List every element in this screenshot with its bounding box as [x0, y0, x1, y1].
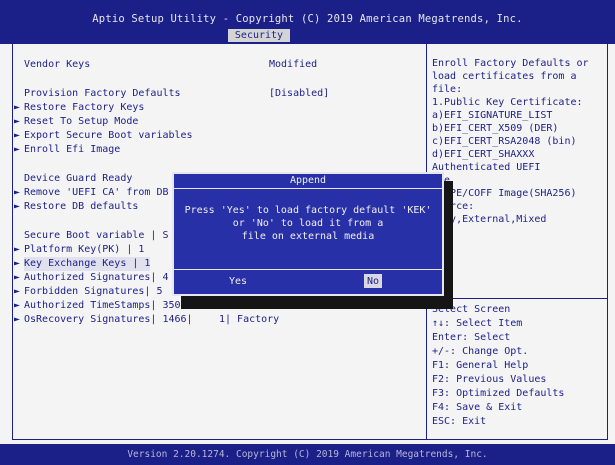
submenu-arrow-icon: ► — [14, 244, 21, 255]
menu-item-label: OsRecovery Signatures| 1466| — [24, 314, 193, 325]
menu-item-label: Forbidden Signatures| 5 — [24, 286, 163, 297]
submenu-arrow-icon: ► — [14, 286, 21, 297]
menu-item-label: Remove 'UEFI CA' from DB — [24, 187, 169, 198]
submenu-arrow-icon: ► — [14, 314, 21, 325]
key-hint-optimized-defaults: F3: Optimized Defaults — [432, 388, 565, 399]
help-text-line: file: — [432, 84, 463, 95]
section-label: Secure Boot variable | S — [24, 230, 169, 241]
column-header-right: Modified — [269, 59, 318, 70]
yes-button[interactable]: Yes — [226, 274, 250, 288]
help-divider — [427, 298, 608, 299]
submenu-arrow-icon: ► — [14, 201, 21, 212]
menu-item-label: Key Exchange Keys | 1 — [24, 257, 151, 271]
menu-item-value: [Disabled] — [269, 88, 330, 99]
footer-version: Version 2.20.1274. Copyright (C) 2019 Am… — [127, 449, 488, 460]
key-hint-save-exit: F4: Save & Exit — [432, 402, 523, 413]
footer-bar: Version 2.20.1274. Copyright (C) 2019 Am… — [0, 444, 615, 465]
menu-item-label: Restore DB defaults — [24, 201, 139, 212]
dialog-button-divider — [174, 269, 442, 270]
submenu-arrow-icon: ► — [14, 130, 21, 141]
section-label: Device Guard Ready — [24, 173, 133, 184]
help-text-line: Enroll Factory Defaults or — [432, 58, 589, 69]
dialog-message-line: or 'No' to load it from a — [232, 218, 384, 229]
menu-item-label: Restore Factory Keys — [24, 102, 145, 113]
menu-item-label: Authorized Signatures| 4 — [24, 272, 169, 283]
key-hint-general-help: F1: General Help — [432, 360, 529, 371]
menu-item-label: Enroll Efi Image — [24, 144, 121, 155]
menu-item-label: Authorized TimeStamps| 350 — [24, 300, 181, 311]
submenu-arrow-icon: ► — [14, 187, 21, 198]
menu-item-value: 1| Factory — [219, 314, 280, 325]
help-text-line: 1.Public Key Certificate: — [432, 97, 583, 108]
menu-item-label: Provision Factory Defaults — [24, 88, 181, 99]
submenu-arrow-icon: ► — [14, 300, 21, 311]
app-title: Aptio Setup Utility - Copyright (C) 2019… — [92, 13, 523, 25]
submenu-arrow-icon: ► — [14, 272, 21, 283]
menu-item-label: Reset To Setup Mode — [24, 116, 139, 127]
key-hint-change-opt: +/-: Change Opt. — [432, 346, 529, 357]
no-button[interactable]: No — [364, 274, 383, 288]
menu-item-label: Export Secure Boot variables — [24, 130, 193, 141]
menu-item-label: Platform Key(PK) | 1 — [24, 244, 145, 255]
key-hint-select-item: ↑↓: Select Item — [432, 318, 523, 329]
title-bar: Aptio Setup Utility - Copyright (C) 2019… — [0, 0, 615, 44]
dialog-title: Append — [289, 175, 327, 186]
help-text-line: Authenticated UEFI — [432, 162, 541, 173]
dialog-title-divider — [174, 188, 442, 189]
submenu-arrow-icon: ► — [14, 102, 21, 113]
key-hint-previous-values: F2: Previous Values — [432, 374, 547, 385]
submenu-arrow-icon: ► — [14, 116, 21, 127]
append-dialog: Append Press 'Yes' to load factory defau… — [172, 172, 444, 296]
submenu-arrow-icon: ► — [14, 258, 21, 269]
help-text-line: FI PE/COFF Image(SHA256) — [432, 188, 577, 199]
dialog-message-line: file on external media — [241, 231, 375, 242]
submenu-arrow-icon: ► — [14, 144, 21, 155]
tab-security[interactable]: Security — [228, 29, 290, 42]
help-text-line: d)EFI_CERT_SHAXXX — [432, 149, 535, 160]
help-text-line: a)EFI_SIGNATURE_LIST — [432, 110, 553, 121]
help-text-line: c)EFI_CERT_RSA2048 (bin) — [432, 136, 577, 147]
key-hint-enter: Enter: Select — [432, 332, 511, 343]
dialog-message-line: Press 'Yes' to load factory default 'KEK… — [184, 205, 432, 216]
help-text-line: load certificates from a — [432, 71, 577, 82]
help-text-line: b)EFI_CERT_X509 (DER) — [432, 123, 559, 134]
column-header-left: Vendor Keys — [24, 59, 91, 70]
key-hint-esc-exit: ESC: Exit — [432, 416, 487, 427]
